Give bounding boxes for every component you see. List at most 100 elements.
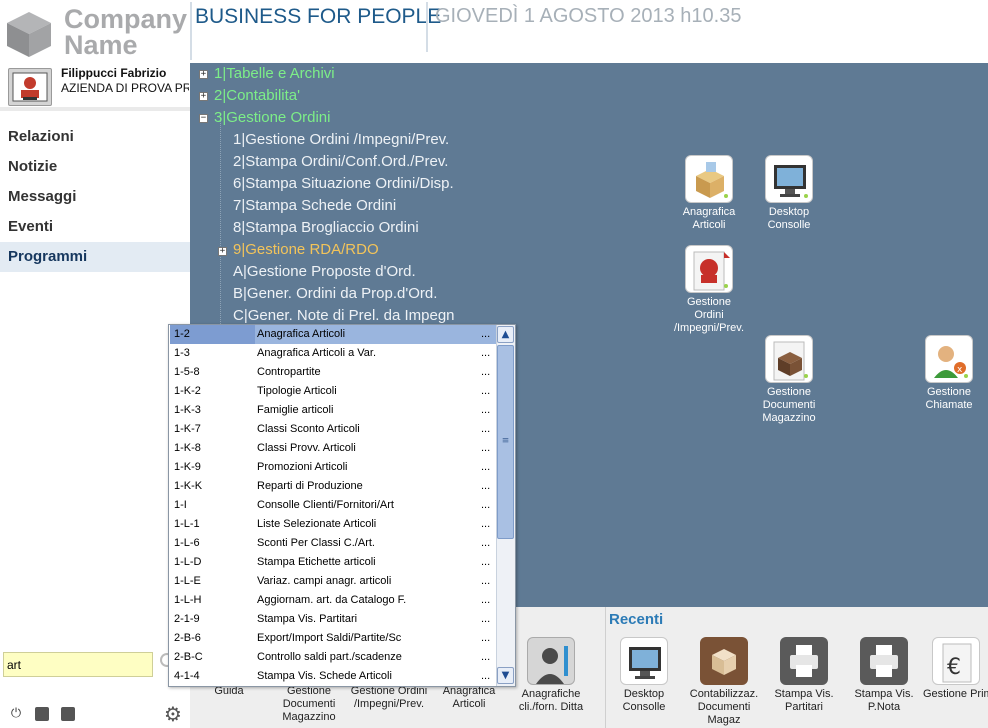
desktop-icon-gestione-chiamate[interactable]: x Gestione Chiamate [911,335,987,412]
tree-leaf[interactable]: 8|Stampa Brogliaccio Ordini [233,219,419,236]
contacts-icon [527,637,575,685]
warehouse-docs-icon [765,335,813,383]
dock-item-contabilizzazione-documenti[interactable]: Contabilizzaz. Documenti Magaz [683,637,765,727]
dropdown-row[interactable]: 2-1-9 Stampa Vis. Partitari... [170,610,496,629]
logo-line-1: Company [64,4,188,34]
scrollbar-thumb[interactable]: ≡ [497,345,514,539]
dropdown-row[interactable]: 1-K-7 Classi Sconto Articoli... [170,420,496,439]
current-datetime: GIOVEDÌ 1 AGOSTO 2013 h10.35 [435,5,742,27]
expand-icon[interactable]: + [199,92,208,101]
dropdown-row[interactable]: 1-L-6 Sconti Per Classi C./Art.... [170,534,496,553]
recent-title: Recenti [609,611,664,628]
tree-leaf[interactable]: 1|Gestione Ordini /Impegni/Prev. [233,131,449,148]
tree-node-contabilita[interactable]: 2|Contabilita' [214,87,300,104]
dock-item-label: Gestione Prima Nota [923,688,988,700]
dock-item-stampa-vis-partitari[interactable]: Stampa Vis. Partitari [763,637,845,714]
desktop-icon-label: Gestione Ordini /Impegni/Prev. [673,296,745,334]
tree-guide-line [220,118,221,330]
dropdown-row[interactable]: 1-K-9 Promozioni Articoli... [170,458,496,477]
dropdown-row[interactable]: 4-1-4 Stampa Vis. Schede Articoli... [170,667,496,686]
dropdown-row[interactable]: 1-3 Anagrafica Articoli a Var.... [170,344,496,363]
tree-node-tabelle[interactable]: 1|Tabelle e Archivi [214,65,335,82]
dock-item-label: Anagrafica Articoli [442,685,496,710]
logo-line-2: Name [64,30,138,60]
tree-leaf[interactable]: A|Gestione Proposte d'Ord. [233,263,416,280]
header-divider [426,2,428,52]
dropdown-row[interactable]: 1-K-8 Classi Provv. Articoli... [170,439,496,458]
desktop-icon-label: Desktop Consolle [767,206,811,231]
dock-item-gestione-prima-nota[interactable]: € Gestione Prima Nota [923,637,988,701]
dock-item-desktop-consolle[interactable]: Desktop Consolle [603,637,685,714]
desktop-icon-gestione-ordini[interactable]: Gestione Ordini /Impegni/Prev. [671,245,747,335]
scroll-down-icon[interactable]: ▼ [497,667,514,684]
dropdown-row[interactable]: 1-K-2 Tipologie Articoli... [170,382,496,401]
expand-icon[interactable]: + [218,247,227,256]
program-search-input[interactable] [3,652,153,677]
tree-node-gestione-ordini[interactable]: 3|Gestione Ordini [214,109,330,126]
dropdown-row[interactable]: 1-L-H Aggiornam. art. da Catalogo F.... [170,591,496,610]
svg-text:x: x [957,365,963,375]
desktop-icon-gestione-documenti-magazzino[interactable]: Gestione Documenti Magazzino [751,335,827,425]
user-company: AZIENDA DI PROVA PR [61,81,189,95]
dock-item-gestione-ordini[interactable]: Gestione Ordini /Impegni/Prev. [348,685,430,711]
sidebar-item-programmi[interactable]: Programmi [0,242,190,272]
dropdown-row[interactable]: 1-L-1 Liste Selezionate Articoli... [170,515,496,534]
dock-item-gestione-documenti-magazzino[interactable]: Gestione Documenti Magazzino [268,685,350,724]
tagline: BUSINESS FOR PEOPLE [195,5,442,28]
desktop-icon-label: Gestione Documenti Magazzino [762,386,816,424]
dropdown-row[interactable]: 1-2 Anagrafica Articoli... [170,325,496,344]
printer-icon [780,637,828,685]
dock-item-label: Gestione Ordini /Impegni/Prev. [350,685,428,710]
tree-leaf[interactable]: B|Gener. Ordini da Prop.d'Ord. [233,285,437,302]
dropdown-row[interactable]: 1-K-3 Famiglie articoli... [170,401,496,420]
dock-item-anagrafiche-cli-forn[interactable]: Anagrafiche cli./forn. Ditta [510,637,592,714]
gear-icon[interactable]: ⚙ [164,703,186,725]
sidebar-item-notizie[interactable]: Notizie [0,152,190,182]
dock-item-label: Contabilizzaz. Documenti Magaz [689,688,759,726]
tree-node-rda-rdo[interactable]: 9|Gestione RDA/RDO [233,241,379,258]
sidebar-item-messaggi[interactable]: Messaggi [0,182,190,212]
collapse-icon[interactable]: − [199,114,208,123]
power-icon[interactable]: ⏻ [9,707,23,721]
sidebar-item-eventi[interactable]: Eventi [0,212,190,242]
sidebar-item-relazioni[interactable]: Relazioni [0,122,190,152]
printer-icon [860,637,908,685]
box-icon [685,155,733,203]
save-icon[interactable] [61,707,75,721]
expand-icon[interactable]: + [199,70,208,79]
desktop-icon-label: Gestione Chiamate [925,386,973,411]
dock-item-anagrafica-articoli[interactable]: Anagrafica Articoli [428,685,510,711]
dropdown-row[interactable]: 1-5-8 Contropartite... [170,363,496,382]
tree-leaf[interactable]: 6|Stampa Situazione Ordini/Disp. [233,175,454,192]
dropdown-row[interactable]: 2-B-C Controllo saldi part./scadenze... [170,648,496,667]
desktop-icon-desktop-consolle[interactable]: Desktop Consolle [751,155,827,232]
orders-icon [685,245,733,293]
tree-leaf[interactable]: C|Gener. Note di Prel. da Impegn [233,307,455,324]
desktop-icon-anagrafica-articoli[interactable]: Anagrafica Articoli [671,155,747,232]
logo-cube-icon [7,12,51,57]
support-calls-icon: x [925,335,973,383]
dropdown-row[interactable]: 1-L-E Variaz. campi anagr. articoli... [170,572,496,591]
dock-item-stampa-vis-pnota[interactable]: Stampa Vis. P.Nota [843,637,925,714]
dropdown-row[interactable]: 1-K-K Reparti di Produzione... [170,477,496,496]
user-avatar-icon [12,72,48,102]
dropdown-row[interactable]: 1-I Consolle Clienti/Fornitori/Art... [170,496,496,515]
dock-item-label: Gestione Documenti Magazzino [282,685,336,723]
monitor-icon [765,155,813,203]
tree-leaf[interactable]: 2|Stampa Ordini/Conf.Ord./Prev. [233,153,448,170]
dock-item-label: Desktop Consolle [622,688,666,713]
user-name: Filippucci Fabrizio [61,66,167,80]
ledger-box-icon [700,637,748,685]
dock-item-label: Anagrafiche cli./forn. Ditta [518,688,584,713]
desktop-icon-label: Anagrafica Articoli [682,206,736,231]
calculator-icon[interactable] [35,707,49,721]
scroll-up-icon[interactable]: ▲ [497,326,514,343]
dropdown-row[interactable]: 1-L-D Stampa Etichette articoli... [170,553,496,572]
tree-leaf[interactable]: 7|Stampa Schede Ordini [233,197,396,214]
dock-item-label: Stampa Vis. Partitari [774,688,834,713]
search-results-dropdown: 1-2 Anagrafica Articoli... 1-3 Anagrafica … [168,324,516,687]
avatar[interactable] [8,68,52,106]
dropdown-row[interactable]: 2-B-6 Export/Import Saldi/Partite/Sc... [170,629,496,648]
header-divider [190,2,192,60]
dock-item-label: Stampa Vis. P.Nota [854,688,914,713]
